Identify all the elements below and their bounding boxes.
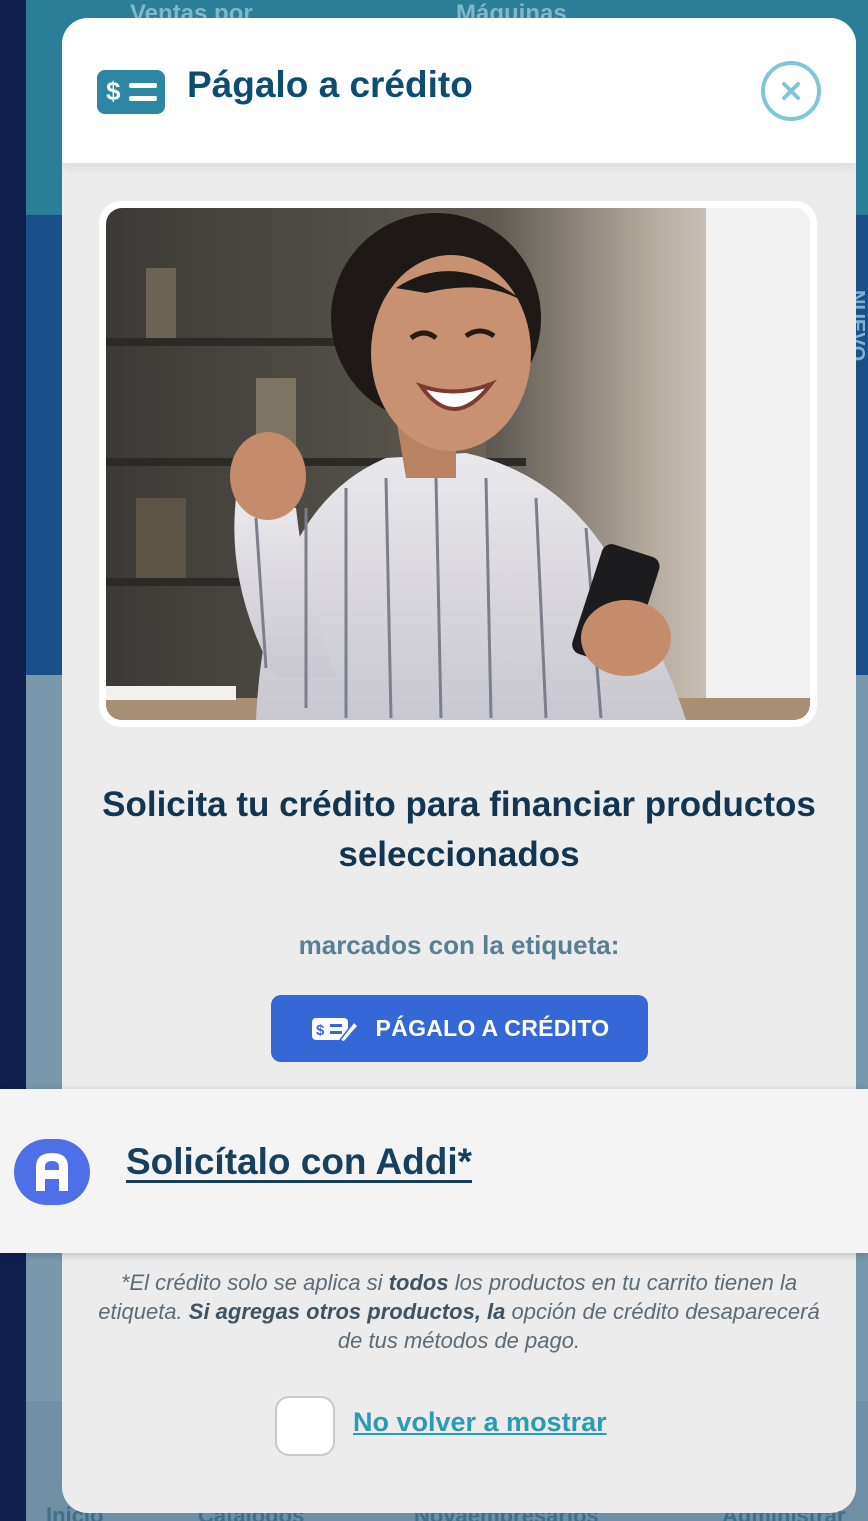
credit-tag-badge: $ PÁGALO A CRÉDITO xyxy=(271,995,648,1062)
modal-header: $ Págalo a crédito xyxy=(62,18,856,163)
hero-image-woman-phone xyxy=(106,208,810,720)
dont-show-checkbox[interactable] xyxy=(275,1396,335,1456)
dont-show-again-link[interactable]: No volver a mostrar xyxy=(353,1407,607,1438)
svg-text:$: $ xyxy=(316,1022,325,1039)
modal-headline: Solicita tu crédito para financiar produ… xyxy=(102,785,816,874)
hero-image-frame xyxy=(99,201,817,727)
close-button[interactable] xyxy=(761,61,821,121)
addi-option-bar: Solicítalo con Addi* xyxy=(0,1089,868,1253)
background-left-strip xyxy=(0,0,26,1521)
credit-tag-icon: $ xyxy=(311,1017,358,1043)
credit-disclaimer: *El crédito solo se aplica si todos los … xyxy=(98,1270,820,1353)
credit-modal: $ Págalo a crédito Solicita tu crédito p… xyxy=(62,18,856,1513)
request-with-addi-link[interactable]: Solicítalo con Addi* xyxy=(126,1141,472,1183)
close-icon xyxy=(782,82,800,100)
tag-caption: marcados con la etiqueta: xyxy=(298,930,620,960)
credit-card-dollar-icon: $ xyxy=(97,70,165,114)
addi-logo-icon xyxy=(14,1139,90,1205)
modal-title: Págalo a crédito xyxy=(187,64,473,105)
credit-tag-label: PÁGALO A CRÉDITO xyxy=(375,1015,610,1041)
